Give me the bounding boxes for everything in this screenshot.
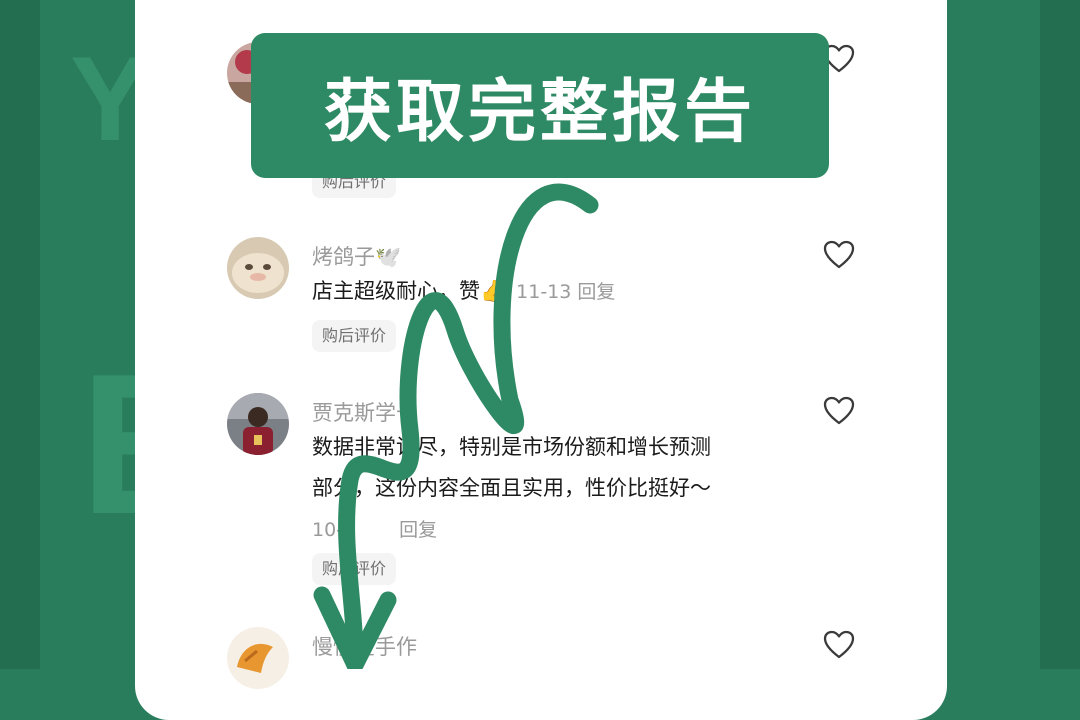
comment-date: 10-2: [312, 519, 356, 541]
background-stripe-left: [0, 0, 40, 669]
avatar[interactable]: [227, 393, 289, 455]
comment-meta[interactable]: 11-13 回复: [516, 281, 615, 303]
comment-text: 店主超级耐心，赞👍 11-13 回复: [312, 271, 615, 313]
username[interactable]: 烤鸽子🕊️: [312, 241, 401, 271]
get-full-report-button[interactable]: 获取完整报告: [251, 33, 829, 178]
reply-link[interactable]: 回复: [399, 519, 437, 541]
username[interactable]: 慢慢星手作: [312, 631, 417, 661]
comment-meta: 10-2 回复: [312, 515, 437, 542]
get-full-report-label: 获取完整报告: [323, 73, 756, 152]
avatar[interactable]: [227, 237, 289, 299]
heart-icon[interactable]: [823, 396, 855, 426]
comment-body: 店主超级耐心，赞👍: [312, 279, 507, 303]
username[interactable]: 贾克斯学长: [312, 397, 417, 427]
background-stripe-right: [1040, 0, 1080, 669]
post-purchase-review-tag: 购后评价: [312, 553, 397, 585]
heart-icon[interactable]: [823, 240, 855, 270]
heart-icon[interactable]: [823, 630, 855, 660]
comment-text: 数据非常详尽，特别是市场份额和增长预测: [312, 435, 711, 459]
comment-text: 部分，这份内容全面且实用，性价比挺好～: [312, 476, 711, 500]
post-purchase-review-tag: 购后评价: [312, 320, 397, 352]
avatar[interactable]: [227, 627, 289, 689]
